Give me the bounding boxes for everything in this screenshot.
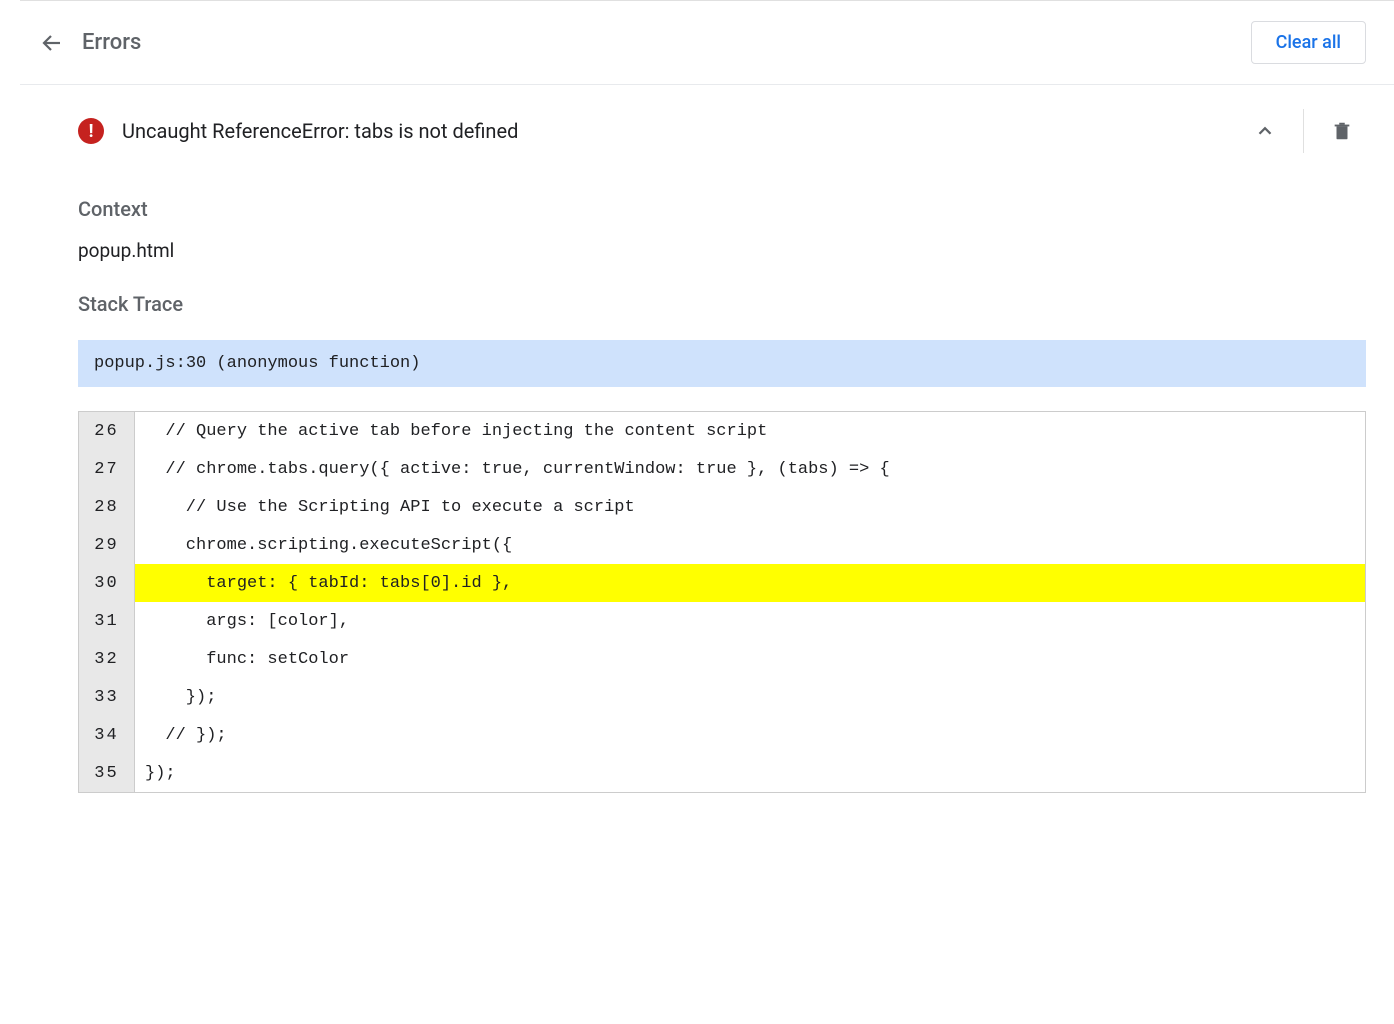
line-number: 32 [79,640,135,678]
error-actions [1241,107,1366,155]
divider [1303,109,1304,153]
code-row: 31 args: [color], [79,602,1365,640]
code-content: args: [color], [135,602,1365,640]
error-header: ! Uncaught ReferenceError: tabs is not d… [78,85,1366,177]
stack-trace-label: Stack Trace [78,292,1366,316]
error-section: ! Uncaught ReferenceError: tabs is not d… [20,84,1394,813]
line-number: 27 [79,450,135,488]
code-content: // Query the active tab before injecting… [135,412,1365,450]
line-number: 30 [79,564,135,602]
code-row: 26 // Query the active tab before inject… [79,412,1365,450]
trash-icon [1331,120,1353,142]
page-title: Errors [82,30,141,55]
line-number: 34 [79,716,135,754]
error-message: Uncaught ReferenceError: tabs is not def… [122,119,518,143]
code-content: // Use the Scripting API to execute a sc… [135,488,1365,526]
chevron-up-icon [1254,120,1276,142]
code-content: }); [135,678,1365,716]
line-number: 26 [79,412,135,450]
error-icon: ! [78,118,104,144]
code-content: // chrome.tabs.query({ active: true, cur… [135,450,1365,488]
code-content: }); [135,754,1365,792]
code-row: 35}); [79,754,1365,792]
code-content: // }); [135,716,1365,754]
error-body: Context popup.html Stack Trace popup.js:… [78,197,1366,813]
delete-button[interactable] [1318,107,1366,155]
arrow-left-icon [40,31,64,55]
stack-trace-line: popup.js:30 (anonymous function) [78,340,1366,387]
line-number: 33 [79,678,135,716]
code-row: 33 }); [79,678,1365,716]
code-content: target: { tabId: tabs[0].id }, [135,564,1365,602]
collapse-button[interactable] [1241,107,1289,155]
code-row: 32 func: setColor [79,640,1365,678]
back-button[interactable] [40,31,64,55]
code-row: 29 chrome.scripting.executeScript({ [79,526,1365,564]
header-left: Errors [40,30,141,55]
context-label: Context [78,197,1366,221]
code-block: 26 // Query the active tab before inject… [78,411,1366,793]
code-row: 27 // chrome.tabs.query({ active: true, … [79,450,1365,488]
line-number: 31 [79,602,135,640]
code-content: chrome.scripting.executeScript({ [135,526,1365,564]
code-row: 28 // Use the Scripting API to execute a… [79,488,1365,526]
clear-all-button[interactable]: Clear all [1251,21,1366,64]
errors-panel: Errors Clear all ! Uncaught ReferenceErr… [20,0,1394,813]
code-row: 30 target: { tabId: tabs[0].id }, [79,564,1365,602]
line-number: 35 [79,754,135,792]
error-header-left: ! Uncaught ReferenceError: tabs is not d… [78,118,518,144]
header: Errors Clear all [20,1,1394,84]
code-row: 34 // }); [79,716,1365,754]
context-value: popup.html [78,239,1366,262]
line-number: 29 [79,526,135,564]
line-number: 28 [79,488,135,526]
code-content: func: setColor [135,640,1365,678]
